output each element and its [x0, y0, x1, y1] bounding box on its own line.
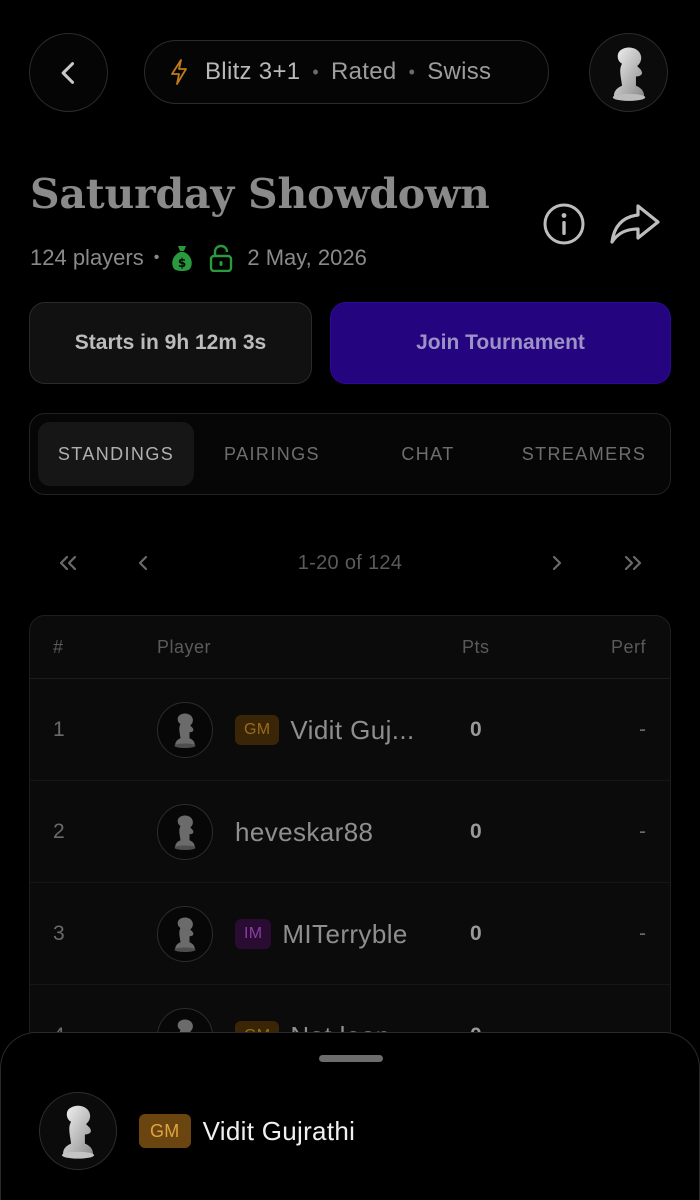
player-name-cell: heveskar88 [235, 781, 373, 883]
double-chevron-right-icon [624, 555, 642, 571]
money-bag-icon: $ [169, 244, 195, 272]
player-avatar [39, 1092, 117, 1170]
last-page-button[interactable] [610, 540, 656, 586]
performance-cell: - [639, 718, 646, 741]
knight-piece-icon [174, 815, 196, 850]
title-badge: GM [139, 1114, 191, 1148]
join-tournament-button[interactable]: Join Tournament [330, 302, 671, 384]
tournament-meta: 124 players • $ 2 May, 2026 [30, 244, 367, 272]
info-button[interactable] [542, 202, 586, 246]
player-name-cell: GM Vidit Guj... [235, 679, 415, 781]
tab-streamers[interactable]: STREAMERS [506, 422, 662, 486]
rank-cell: 1 [53, 718, 65, 741]
bolt-icon [169, 59, 189, 85]
title-badge: IM [235, 919, 272, 949]
unlocked-padlock-icon [209, 244, 233, 272]
table-row[interactable]: 3 IM MITerryble 0 - [30, 883, 670, 985]
tab-chat[interactable]: CHAT [350, 422, 506, 486]
rated-label: Rated [331, 58, 397, 85]
double-chevron-left-icon [59, 555, 77, 571]
rank-cell: 3 [53, 922, 65, 945]
chevron-right-icon [552, 555, 562, 571]
tournament-screen: Blitz 3+1 • Rated • Swiss Saturday Showd… [0, 0, 700, 1200]
separator-dot: • [312, 61, 320, 82]
performance-header[interactable]: Perf [611, 616, 646, 679]
knight-piece-icon [174, 917, 196, 952]
knight-piece-icon [612, 46, 645, 101]
rank-header: # [53, 637, 64, 657]
player-name-cell: IM MITerryble [235, 883, 408, 985]
tab-bar: STANDINGS PAIRINGS CHAT STREAMERS [29, 413, 671, 495]
title-badge: GM [235, 715, 280, 745]
chevron-left-icon [138, 555, 148, 571]
tab-pairings[interactable]: PAIRINGS [194, 422, 350, 486]
sheet-drag-handle[interactable] [319, 1055, 383, 1062]
time-control-label: Blitz 3+1 [205, 58, 301, 85]
points-cell: 0 [470, 820, 482, 843]
game-mode-pill[interactable]: Blitz 3+1 • Rated • Swiss [144, 40, 549, 104]
table-header: # Player Pts Perf [30, 616, 670, 679]
performance-cell: - [639, 922, 646, 945]
rank-cell: 2 [53, 820, 65, 843]
player-name: Vidit Guj... [290, 714, 415, 745]
info-icon [543, 203, 585, 245]
player-name: heveskar88 [235, 816, 374, 847]
page-range-label: 1-20 of 124 [297, 551, 403, 574]
svg-text:$: $ [178, 256, 186, 270]
player-name: Vidit Gujrathi [202, 1115, 356, 1146]
chevron-left-icon [61, 61, 74, 84]
points-cell: 0 [470, 922, 482, 945]
countdown-button[interactable]: Starts in 9h 12m 3s [29, 302, 312, 384]
separator-dot: • [153, 249, 160, 266]
table-row[interactable]: 2 heveskar88 0 - [30, 781, 670, 883]
first-page-button[interactable] [45, 540, 91, 586]
knight-piece-icon [61, 1105, 95, 1159]
previous-page-button[interactable] [120, 540, 166, 586]
points-cell: 0 [470, 718, 482, 741]
pagination: 1-20 of 124 [0, 540, 700, 586]
player-header: Player [157, 637, 212, 657]
player-bottom-sheet[interactable]: GM Vidit Gujrathi [0, 1032, 700, 1200]
points-header[interactable]: Pts [462, 616, 490, 679]
tab-standings[interactable]: STANDINGS [38, 422, 194, 486]
player-count: 124 players [30, 245, 144, 270]
player-name: MITerryble [282, 918, 408, 949]
player-avatar [157, 781, 213, 883]
table-row[interactable]: 1 GM Vidit Guj... 0 - [30, 679, 670, 781]
knight-piece-icon [174, 713, 196, 748]
performance-cell: - [639, 820, 646, 843]
share-button[interactable] [608, 200, 662, 248]
tournament-date: 2 May, 2026 [247, 245, 367, 270]
share-arrow-icon [610, 204, 660, 244]
sheet-player-name: GM Vidit Gujrathi [139, 1112, 355, 1150]
tournament-title: Saturday Showdown [30, 170, 490, 218]
next-page-button[interactable] [534, 540, 580, 586]
back-button[interactable] [29, 33, 108, 112]
separator-dot: • [408, 61, 416, 82]
player-avatar [157, 883, 213, 985]
player-avatar [157, 679, 213, 781]
format-label: Swiss [427, 58, 492, 85]
user-avatar[interactable] [589, 33, 668, 112]
